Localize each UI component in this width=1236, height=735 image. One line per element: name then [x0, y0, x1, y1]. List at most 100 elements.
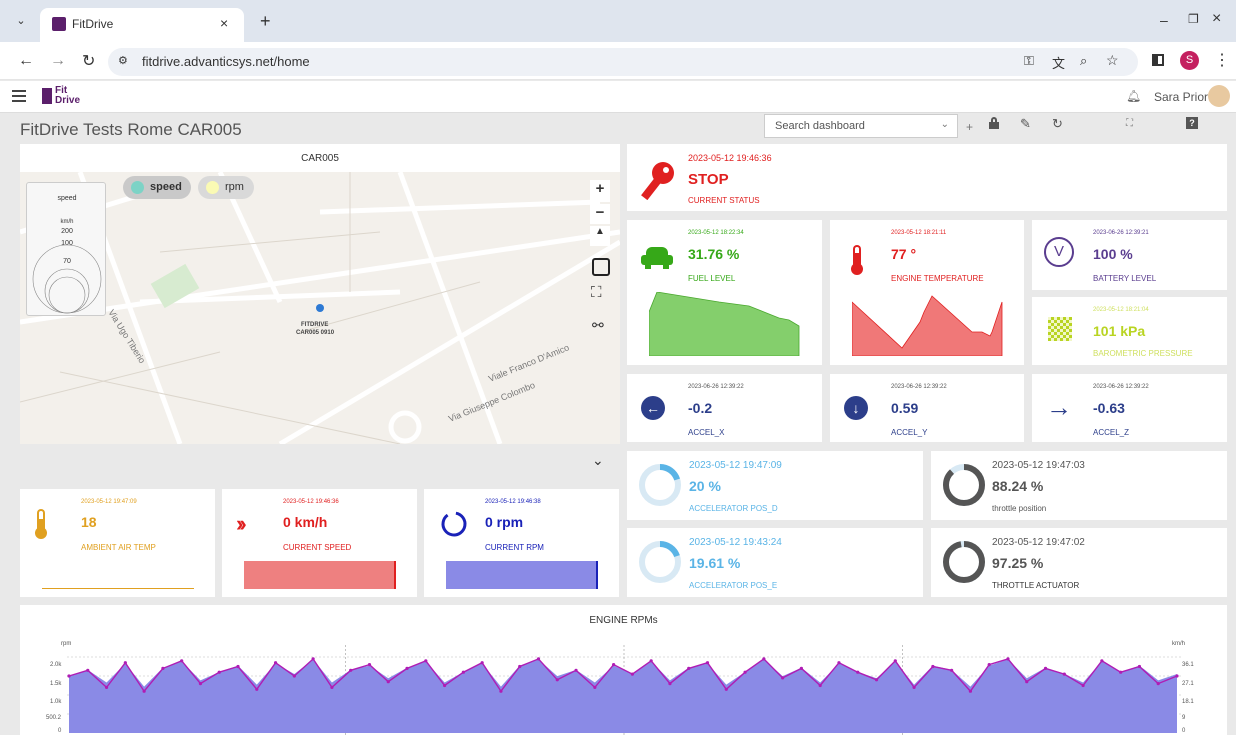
rpm-point	[705, 661, 710, 665]
left-tick-0: 0	[58, 728, 62, 734]
url-field[interactable]: ⚙ fitdrive.advanticsys.net/home ⚿ 文 ⌕ ☆	[108, 48, 1138, 76]
rpm-point	[874, 678, 879, 682]
profile-avatar[interactable]: S	[1180, 51, 1199, 70]
side-panel-icon[interactable]	[1152, 54, 1164, 66]
rpm-point	[987, 663, 991, 667]
status-card: 2023-05-12 19:46:36 STOP CURRENT STATUS	[627, 144, 1227, 211]
browser-menu-icon[interactable]: ⋮	[1214, 50, 1230, 70]
rpm-point	[968, 689, 973, 693]
rpm-point	[367, 663, 372, 667]
voltage-icon: V	[1044, 237, 1074, 267]
accel-z-card: → 2023-06-26 12:39:22 -0.63 ACCEL_Z	[1032, 374, 1227, 442]
bookmark-star-icon[interactable]: ☆	[1106, 52, 1119, 69]
new-tab-button[interactable]: +	[260, 11, 271, 32]
rpm-point	[480, 661, 484, 665]
fuel-sparkline	[649, 292, 800, 356]
marker-label-id: CAR005 0910	[296, 330, 335, 336]
compass-button[interactable]: ▲	[590, 226, 610, 246]
accel-z-value: -0.63	[1093, 400, 1125, 416]
accel-pos-d-ring	[639, 464, 681, 506]
legend-speed-chip[interactable]: speed	[123, 176, 191, 199]
layers-icon[interactable]: ⚯	[592, 317, 604, 334]
accel-x-time: 2023-06-26 12:39:22	[688, 384, 744, 390]
baro-value: 101 kPa	[1093, 323, 1146, 339]
password-key-icon[interactable]: ⚿	[1024, 53, 1034, 69]
rpm-point	[856, 670, 860, 674]
right-tick-36: 36.1	[1182, 662, 1194, 668]
battery-time: 2023-06-26 12:39:21	[1093, 230, 1149, 236]
notification-bell-icon[interactable]: 🔔︎	[1126, 89, 1141, 103]
fuel-time: 2023-05-12 18:22:34	[688, 230, 744, 236]
fitdrive-logo[interactable]: Fit Drive	[42, 85, 88, 107]
baro-time: 2023-05-12 18:21:04	[1093, 307, 1149, 313]
rpm-point	[931, 664, 935, 669]
dashboard-search-select[interactable]: Search dashboard ⌄	[764, 114, 958, 138]
map-canvas[interactable]: Via Ugo Tiberio Viale Franco D'Amico Via…	[20, 172, 620, 444]
rpm-ring-icon	[441, 511, 467, 537]
rpm-point	[743, 670, 747, 674]
map-widget: CAR005 Via Ugo Tiberio Viale Franco D'Am…	[20, 144, 620, 482]
lock-icon[interactable]	[989, 117, 999, 129]
expand-chevron-icon[interactable]: ⌄	[592, 452, 604, 469]
close-tab-icon[interactable]: ×	[220, 15, 228, 31]
rpm-point	[180, 659, 184, 663]
rpm-point	[818, 683, 822, 688]
arrow-down-circle-icon: ↓	[844, 396, 868, 420]
accel-pos-d-value: 20 %	[689, 478, 721, 494]
fullscreen-map-icon[interactable]: ⛶	[591, 284, 602, 301]
rpm-point	[1025, 680, 1029, 684]
zoom-out-button[interactable]: −	[590, 204, 610, 224]
forward-icon[interactable]: →	[50, 52, 66, 70]
rpm-point	[442, 683, 447, 688]
tab-list-button[interactable]: ⌄	[12, 14, 30, 32]
restore-icon[interactable]: ❐	[1188, 12, 1199, 26]
left-tick-2k: 2.0k	[50, 662, 62, 668]
back-icon[interactable]: ←	[18, 52, 34, 70]
rpm-point	[236, 664, 240, 669]
gauge-fill	[943, 464, 985, 506]
rpm-point	[499, 689, 503, 693]
fullscreen-icon[interactable]: ⛶	[1126, 118, 1133, 129]
accel-pos-e-ring	[639, 541, 681, 583]
rpm-point	[255, 687, 259, 691]
accel-y-time: 2023-06-26 12:39:22	[891, 384, 947, 390]
zoom-in-button[interactable]: +	[590, 180, 610, 202]
site-info-icon[interactable]: ⚙	[118, 54, 128, 67]
rpm-point	[912, 685, 916, 689]
user-name[interactable]: Sara Prior	[1154, 90, 1208, 104]
minimize-icon[interactable]: –	[1160, 12, 1168, 28]
edit-pencil-icon[interactable]: ✎	[1020, 116, 1031, 132]
battery-card: V 2023-06-26 12:39:21 100 % BATTERY LEVE…	[1032, 220, 1227, 290]
zoom-icon[interactable]: ⌕	[1080, 53, 1087, 69]
ambient-time: 2023-05-12 19:47:09	[81, 499, 137, 505]
url-text: fitdrive.advanticsys.net/home	[142, 54, 310, 69]
accel-z-time: 2023-06-26 12:39:22	[1093, 384, 1149, 390]
ambient-thermometer-icon	[35, 509, 47, 539]
rpm-card: 2023-05-12 19:46:38 0 rpm CURRENT RPM	[424, 489, 619, 597]
accel-x-card: ← 2023-06-26 12:39:22 -0.2 ACCEL_X	[627, 374, 822, 442]
status-time: 2023-05-12 19:46:36	[688, 153, 772, 163]
logo-text-drive: Drive	[55, 95, 81, 106]
refresh-icon[interactable]: ↻	[1052, 116, 1063, 132]
rpm-point	[67, 674, 71, 678]
right-tick-0: 0	[1182, 728, 1186, 734]
accel-y-label: ACCEL_Y	[891, 428, 928, 437]
engine-rpm-plot[interactable]	[67, 645, 1181, 735]
help-icon[interactable]: ?	[1186, 117, 1198, 129]
close-window-icon[interactable]: ×	[1212, 10, 1221, 28]
marker-label-name: FITDRIVE	[301, 322, 329, 328]
browser-tab[interactable]: FitDrive ×	[40, 8, 244, 42]
legend-rpm-chip[interactable]: rpm	[198, 176, 254, 199]
engine-temp-sparkline	[852, 295, 1003, 356]
rpm-point	[86, 668, 90, 672]
add-widget-icon[interactable]: +	[966, 120, 973, 134]
accel-z-label: ACCEL_Z	[1093, 428, 1130, 437]
rpm-point	[687, 666, 691, 670]
screenshot-icon[interactable]	[592, 258, 610, 276]
translate-icon[interactable]: 文	[1052, 53, 1065, 72]
hamburger-menu-icon[interactable]	[12, 90, 26, 102]
reload-icon[interactable]: ↻	[82, 51, 95, 71]
vehicle-marker[interactable]	[316, 304, 324, 312]
user-avatar[interactable]	[1208, 85, 1230, 107]
rpm-point	[461, 670, 465, 674]
